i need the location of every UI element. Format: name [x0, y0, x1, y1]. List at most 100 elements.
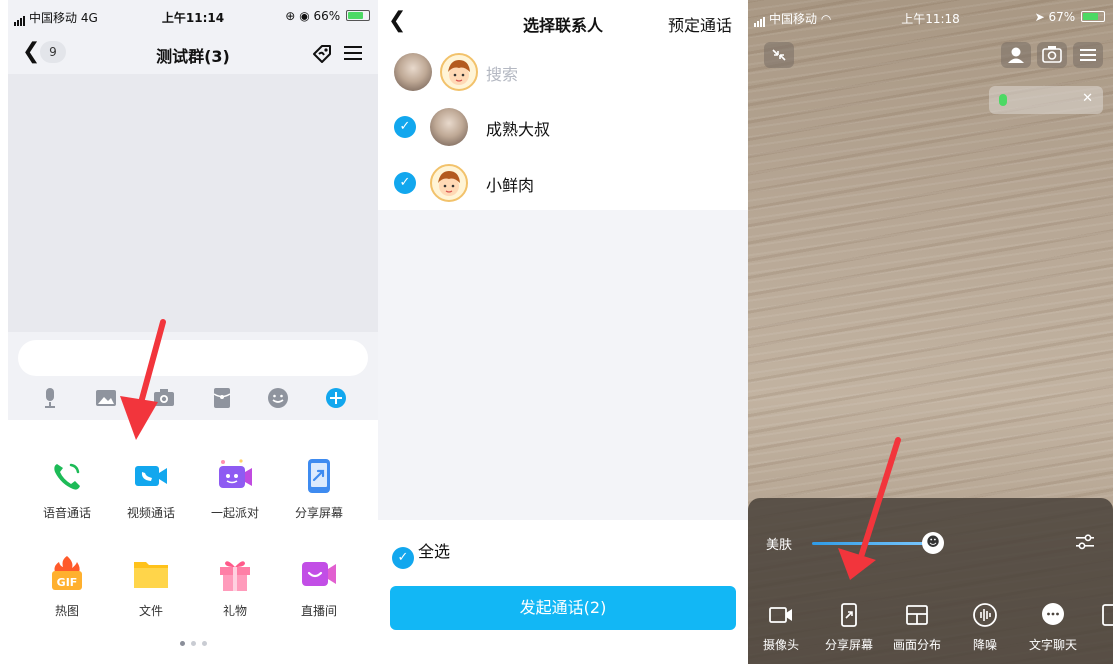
control-label: 分享屏幕: [824, 638, 873, 652]
menu-icon: [1080, 49, 1096, 61]
page-dot: [190, 641, 196, 646]
live-room-icon: [302, 562, 336, 586]
call-tag-icon[interactable]: [310, 42, 334, 66]
avatar: [430, 164, 468, 202]
contact-row[interactable]: ✓ 小鲜肉: [378, 155, 748, 211]
schedule-call-button[interactable]: 预定通话: [668, 12, 732, 36]
control-label: 摄像头: [762, 638, 799, 652]
share-screen-icon: [841, 603, 857, 627]
contact-row[interactable]: ✓ 成熟大叔: [378, 99, 748, 155]
message-list[interactable]: [8, 74, 378, 332]
feature-gif[interactable]: GIF 热图: [25, 554, 109, 619]
feature-label: 一起派对: [210, 506, 259, 520]
camera-icon[interactable]: [152, 386, 176, 410]
feature-video-call[interactable]: 视频通话: [109, 456, 193, 521]
select-all-label: 全选: [418, 542, 451, 561]
menu-button[interactable]: [1073, 42, 1103, 68]
more-controls-button[interactable]: [1086, 602, 1113, 628]
camera-icon: [769, 607, 792, 623]
party-icon: [219, 459, 252, 488]
flip-camera-button[interactable]: [1037, 42, 1067, 68]
noise-reduction-icon: [973, 603, 997, 627]
text-chat-icon: [1042, 603, 1064, 625]
page-dot: [179, 641, 185, 646]
collapse-arrows-icon: [772, 49, 786, 61]
layout-icon: [906, 605, 928, 625]
control-label: 文字聊天: [1028, 638, 1077, 652]
feature-label: 语音通话: [42, 506, 91, 520]
contact-list: 搜索 ✓ 成熟大叔 ✓ 小鲜肉: [378, 44, 748, 210]
beauty-label: 美肤: [766, 538, 793, 553]
feature-gift[interactable]: 礼物: [193, 554, 277, 619]
control-label: 降噪: [972, 638, 997, 652]
gif-icon: GIF: [52, 556, 82, 590]
minimize-button[interactable]: [764, 42, 794, 68]
svg-text:GIF: GIF: [57, 576, 78, 589]
page-indicator: [8, 631, 378, 650]
feature-label: 视频通话: [126, 506, 175, 520]
lock-rotation-icon: ⊕: [285, 9, 296, 23]
control-label: 画面分布: [892, 638, 941, 652]
message-input[interactable]: [18, 340, 368, 376]
video-call-screen: 中国移动 ◠ 上午11:18 ➤ 67% ✕ 美肤 ☻ 摄像头 分享屏幕 画面分…: [748, 0, 1113, 664]
red-packet-icon[interactable]: [210, 386, 234, 410]
feature-party[interactable]: 一起派对: [193, 456, 277, 521]
partial-control-icon: [1102, 604, 1113, 626]
layout-button[interactable]: 画面分布: [882, 602, 952, 653]
plus-icon[interactable]: [324, 386, 348, 410]
picker-header: ❮ 选择联系人 预定通话: [378, 0, 748, 44]
feature-label: 直播间: [300, 604, 337, 618]
status-bar: 中国移动 ◠ 上午11:18 ➤ 67%: [748, 0, 1113, 34]
feature-label: 分享屏幕: [294, 506, 343, 520]
text-chat-button[interactable]: 文字聊天: [1018, 602, 1088, 653]
avatar: [394, 53, 432, 91]
adjust-settings-icon[interactable]: [1073, 530, 1097, 554]
page-dot: [201, 641, 207, 646]
beauty-slider-handle[interactable]: ☻: [922, 532, 944, 554]
battery-percent: 67%: [1048, 10, 1076, 24]
feature-panel: 语音通话 视频通话 一起派对 分享屏幕 GIF 热图 文件 礼物 直播间: [8, 420, 378, 664]
emoji-icon[interactable]: [266, 386, 290, 410]
search-input[interactable]: 搜索: [486, 61, 518, 85]
search-row[interactable]: 搜索: [378, 44, 748, 100]
picker-footer: ✓ 全选 发起通话(2): [378, 520, 748, 664]
avatar: [440, 53, 478, 91]
select-all-toggle[interactable]: ✓ 全选: [392, 538, 450, 569]
video-call-icon: [135, 466, 167, 486]
feature-file[interactable]: 文件: [109, 554, 193, 619]
menu-icon[interactable]: [342, 42, 364, 64]
checkmark-icon[interactable]: ✓: [394, 116, 416, 138]
input-toolbar: [8, 332, 378, 420]
beauty-slider[interactable]: [812, 542, 932, 545]
feature-voice-call[interactable]: 语音通话: [25, 456, 109, 521]
noise-reduction-button[interactable]: 降噪: [950, 602, 1020, 653]
cartoon-boy-icon: [448, 60, 470, 85]
feature-live-room[interactable]: 直播间: [277, 554, 361, 619]
feature-label: 礼物: [222, 604, 247, 618]
microphone-icon: [999, 94, 1007, 106]
member-button[interactable]: [1001, 42, 1031, 68]
member-video-tile[interactable]: ✕: [989, 86, 1103, 114]
person-icon: [1008, 47, 1024, 63]
share-screen-button[interactable]: 分享屏幕: [814, 602, 884, 653]
chat-screen: 中国移动 4G 上午11:14 ⊕ ◉ 66% ❮ 9 测试群(3) 语音通话 …: [8, 0, 378, 664]
battery-percent: 66%: [313, 9, 341, 23]
phone-icon: [54, 463, 80, 490]
battery-icon: [1081, 11, 1105, 22]
image-icon[interactable]: [94, 386, 118, 410]
feature-share-screen[interactable]: 分享屏幕: [277, 456, 361, 521]
cartoon-boy-icon: [438, 171, 460, 196]
status-bar: 中国移动 4G 上午11:14 ⊕ ◉ 66%: [8, 0, 378, 34]
start-call-button[interactable]: 发起通话(2): [390, 586, 736, 630]
chat-header: ❮ 9 测试群(3): [8, 34, 378, 74]
flip-camera-icon: [1042, 46, 1062, 63]
checkmark-icon[interactable]: ✓: [392, 547, 414, 569]
battery-icon: [346, 10, 370, 21]
call-control-panel: 美肤 ☻ 摄像头 分享屏幕 画面分布 降噪 文字聊天: [748, 498, 1113, 664]
close-icon[interactable]: ✕: [1082, 91, 1093, 106]
microphone-icon[interactable]: [38, 386, 62, 410]
checkmark-icon[interactable]: ✓: [394, 172, 416, 194]
share-screen-icon: [308, 459, 330, 493]
camera-toggle-button[interactable]: 摄像头: [748, 602, 816, 653]
gift-icon: [220, 561, 250, 591]
